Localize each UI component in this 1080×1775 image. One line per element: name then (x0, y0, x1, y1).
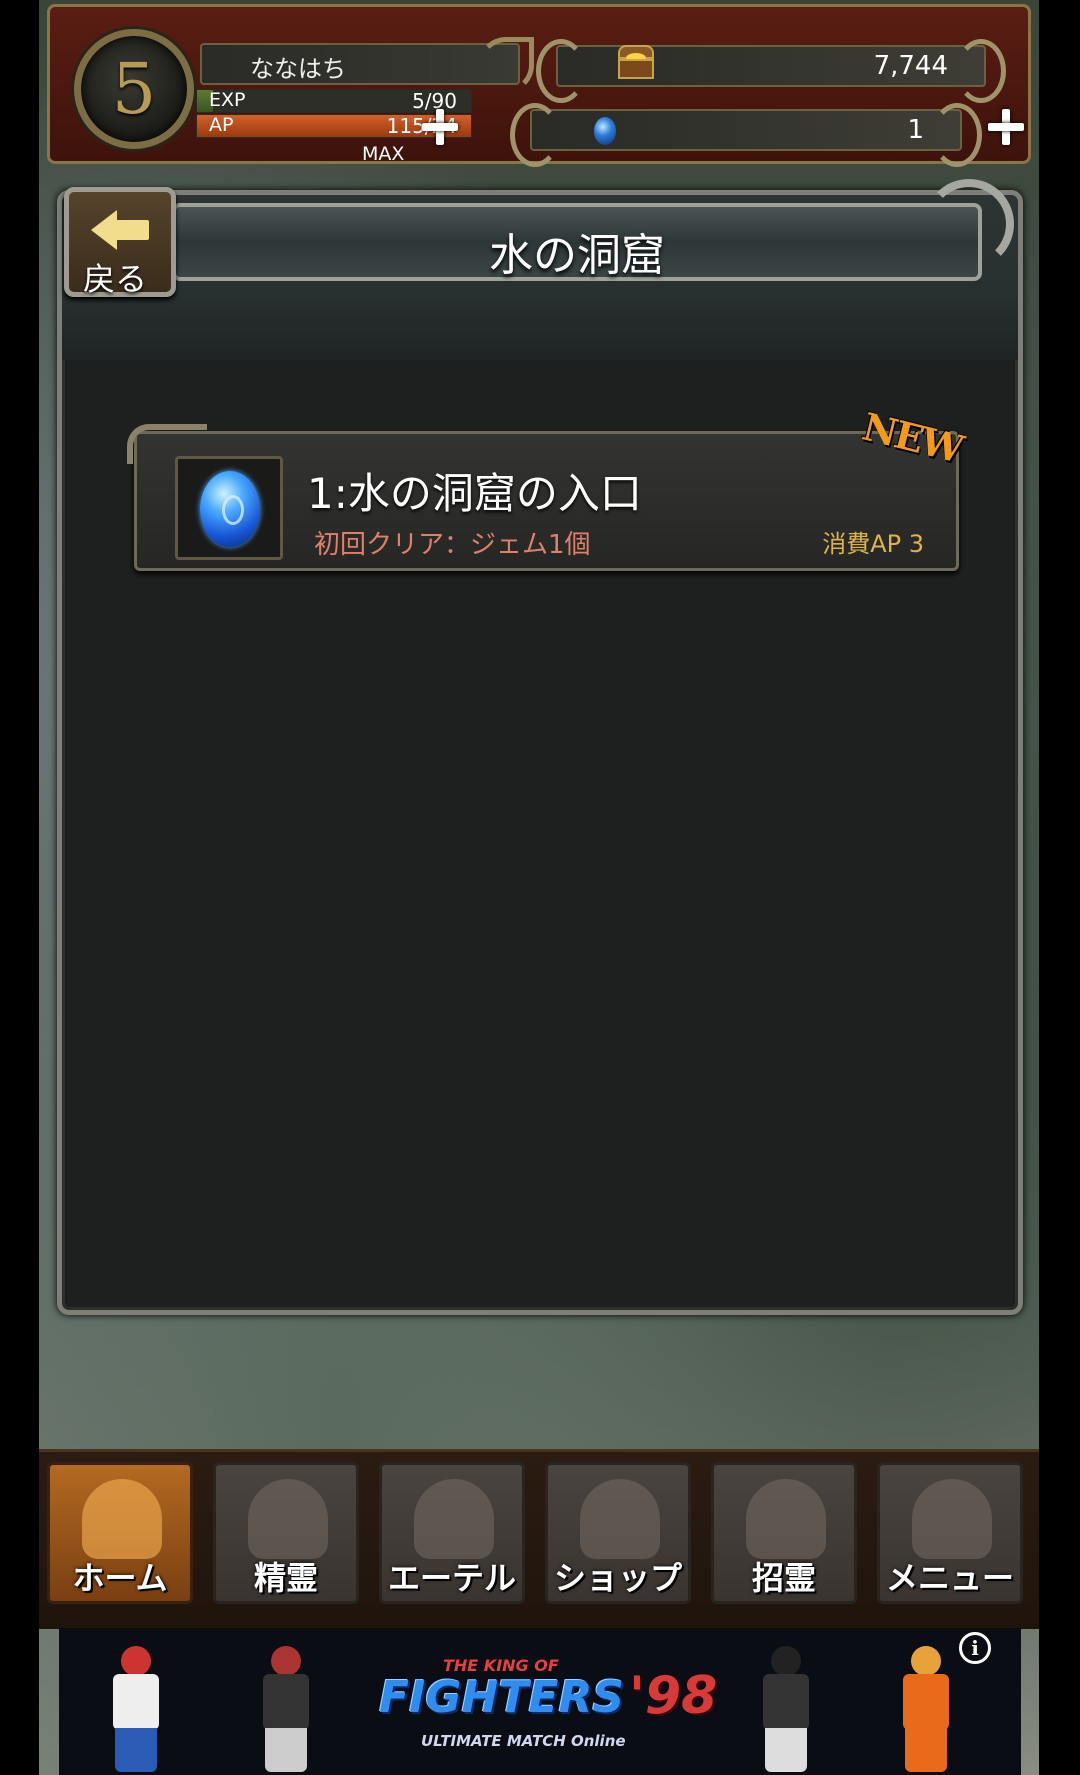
fighter-icon (889, 1646, 963, 1772)
add-gem-button[interactable] (984, 105, 1028, 149)
stage-icon-frame (175, 456, 283, 560)
ring-icon (414, 1479, 494, 1559)
fighter-icon (749, 1646, 823, 1772)
gem-counter: 1 (510, 103, 982, 167)
nav-menu-label: メニュー (885, 1559, 1014, 1597)
logo-number-text: '98 (629, 1666, 718, 1726)
gem-icon (594, 117, 616, 145)
gold-value: 7,744 (873, 51, 948, 81)
info-icon[interactable]: i (959, 1632, 991, 1664)
back-label: 戻る (83, 260, 148, 298)
page-title: 水の洞窟 (489, 230, 665, 281)
logo-sub-text: ULTIMATE MATCH Online (421, 1732, 626, 1750)
nav-ether-label: エーテル (387, 1559, 516, 1597)
helmet-icon (82, 1479, 162, 1559)
nav-home-label: ホーム (72, 1559, 168, 1597)
game-screen: 5 ななはち EXP 5/90 AP 115/24 MAX 7,744 1 水の… (39, 0, 1039, 1775)
spirit-icon (248, 1479, 328, 1559)
player-name-bar: ななはち (200, 37, 534, 93)
ornament-icon (924, 179, 1014, 269)
nav-spirit[interactable]: 精霊 (213, 1462, 359, 1604)
ap-label: AP (209, 114, 234, 136)
title-bar: 水の洞窟 (172, 179, 1014, 281)
player-status-bar: 5 ななはち EXP 5/90 AP 115/24 MAX 7,744 1 (47, 4, 1031, 167)
stage-list-item[interactable]: 1:水の洞窟の入口 初回クリア：ジェム1個 消費AP 3 (127, 424, 959, 571)
nav-ether[interactable]: エーテル (379, 1462, 525, 1604)
treasure-chest-icon (616, 45, 656, 81)
fighter-icon (99, 1646, 173, 1772)
back-arrow-icon (91, 210, 151, 250)
ornament-icon (478, 37, 534, 93)
add-ap-button[interactable] (418, 105, 462, 149)
exp-label: EXP (209, 89, 246, 111)
kof98-logo: THE KING OF FIGHTERS '98 ULTIMATE MATCH … (359, 1648, 717, 1758)
back-button[interactable]: 戻る (64, 187, 176, 298)
ankh-icon (746, 1479, 826, 1559)
nav-spirit-label: 精霊 (253, 1559, 318, 1597)
player-name: ななはち (250, 55, 346, 83)
nav-menu[interactable]: メニュー (877, 1462, 1023, 1604)
hand-icon (912, 1479, 992, 1559)
nav-shop-label: ショップ (553, 1559, 682, 1597)
ap-max-label: MAX (362, 143, 405, 165)
gem-value: 1 (907, 115, 924, 145)
panel-header: 水の洞窟 戻る (62, 179, 1018, 360)
logo-main-text: FIGHTERS (379, 1672, 625, 1723)
fighter-icon (249, 1646, 323, 1772)
ad-banner[interactable]: THE KING OF FIGHTERS '98 ULTIMATE MATCH … (59, 1628, 1021, 1775)
stage-panel: 水の洞窟 戻る 1:水の洞窟の入口 初回クリア：ジェム1個 消費AP 3 NEW (57, 179, 1023, 1315)
bottom-nav: ホーム 精霊 エーテル ショップ 招霊 メニュー (39, 1449, 1039, 1629)
nav-home[interactable]: ホーム (47, 1462, 193, 1604)
water-gem-icon (200, 471, 260, 547)
level-number: 5 (111, 48, 157, 130)
nav-summon-label: 招霊 (751, 1559, 816, 1597)
bag-icon (580, 1479, 660, 1559)
level-badge: 5 (74, 29, 194, 149)
stage-title: 1:水の洞窟の入口 (307, 469, 642, 518)
nav-summon[interactable]: 招霊 (711, 1462, 857, 1604)
gold-counter: 7,744 (536, 39, 1006, 103)
stage-ap-cost: 消費AP 3 (822, 530, 924, 558)
first-clear-reward: 初回クリア：ジェム1個 (314, 530, 591, 560)
nav-shop[interactable]: ショップ (545, 1462, 691, 1604)
